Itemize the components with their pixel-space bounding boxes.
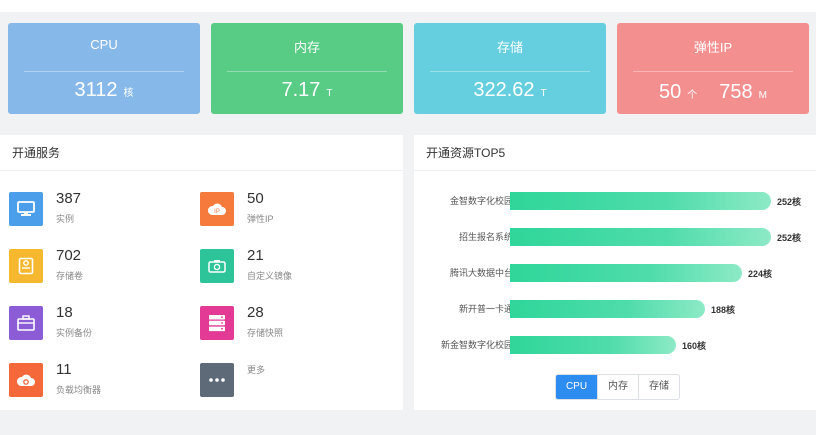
divider: [227, 71, 387, 72]
service-count: 50: [247, 190, 264, 207]
tab-storage[interactable]: 存储: [638, 375, 679, 399]
monitor-icon: [9, 192, 43, 226]
service-label: 实例备份: [56, 328, 93, 338]
memory-value-row: 7.17 T: [211, 79, 403, 102]
eip-count-unit: 个: [687, 90, 698, 101]
memory-title: 内存: [293, 40, 320, 55]
service-elastic-ip[interactable]: IP 50 弹性IP: [200, 190, 380, 230]
chart-value-label: 252核: [777, 233, 802, 243]
service-more[interactable]: 更多: [200, 361, 380, 401]
storage-value: 322.62: [473, 79, 535, 101]
cpu-unit: 核: [123, 88, 134, 99]
eip-count-value: 50: [659, 81, 682, 103]
chart-bar: [510, 336, 676, 354]
eip-bandwidth-unit: M: [758, 90, 767, 101]
divider: [24, 71, 184, 72]
chart-category-label: 新金智数字化校园: [440, 340, 513, 350]
camera-icon: [200, 249, 234, 283]
service-count: 11: [56, 361, 72, 378]
chart-bar: [510, 192, 771, 210]
service-custom-images[interactable]: 21 自定义镜像: [200, 247, 380, 287]
memory-stat-card[interactable]: 内存 7.17 T: [211, 23, 403, 114]
chart-bar: [510, 228, 771, 246]
briefcase-icon: [9, 306, 43, 340]
service-instances[interactable]: 387 实例: [9, 190, 189, 230]
top5-panel: 开通资源TOP5 金智数字化校园 252核 招生报名系统 252核 腾讯大数据中台 224…: [414, 135, 816, 410]
chart-row: 金智数字化校园 252核: [414, 190, 804, 210]
service-count: 18: [56, 304, 73, 321]
service-label: 存储卷: [56, 271, 84, 281]
chart-value-label: 160核: [682, 341, 707, 351]
cpu-value: 3112: [74, 79, 118, 101]
chart-row: 新开普一卡通 188核: [414, 298, 804, 318]
cpu-title: CPU: [90, 37, 118, 52]
eip-stat-card[interactable]: 弹性IP 50 个 758 M: [617, 23, 809, 114]
eip-bandwidth-value: 758: [719, 81, 753, 103]
service-label: 负载均衡器: [56, 385, 102, 395]
cloud-icon: IP: [200, 192, 234, 226]
storage-title: 存储: [496, 40, 523, 55]
resource-type-tabs: CPU 内存 存储: [555, 374, 680, 400]
storage-unit: T: [540, 88, 547, 99]
service-load-balancers[interactable]: 11 负载均衡器: [9, 361, 189, 401]
chart-value-label: 188核: [711, 305, 736, 315]
service-volumes[interactable]: 702 存储卷: [9, 247, 189, 287]
chart-category-label: 腾讯大数据中台: [449, 268, 513, 278]
chart-value-label: 252核: [777, 197, 802, 207]
divider: [430, 71, 590, 72]
chart-row: 腾讯大数据中台 224核: [414, 262, 804, 282]
service-label: 弹性IP: [247, 214, 274, 224]
memory-unit: T: [326, 88, 333, 99]
tab-memory[interactable]: 内存: [597, 375, 638, 399]
service-label: 存储快照: [247, 328, 284, 338]
service-count: 21: [247, 247, 264, 264]
server-icon: [200, 306, 234, 340]
storage-stat-card[interactable]: 存储 322.62 T: [414, 23, 606, 114]
service-count: 387: [56, 190, 82, 207]
memory-value: 7.17: [281, 79, 321, 101]
cloud-gear-icon: [9, 363, 43, 397]
service-storage-snapshots[interactable]: 28 存储快照: [200, 304, 380, 344]
chart-bar: [510, 264, 742, 282]
eip-title: 弹性IP: [693, 40, 733, 55]
tab-cpu[interactable]: CPU: [556, 375, 597, 399]
chart-row: 招生报名系统 252核: [414, 226, 804, 246]
service-label: 自定义镜像: [247, 271, 293, 281]
chart-bar: [510, 300, 705, 318]
service-instance-backups[interactable]: 18 实例备份: [9, 304, 189, 344]
chart-category-label: 招生报名系统: [458, 232, 513, 242]
cpu-stat-card[interactable]: CPU 3112 核: [8, 23, 200, 114]
top-strip: [0, 0, 816, 12]
disk-icon: [9, 249, 43, 283]
chart-value-label: 224核: [748, 269, 773, 279]
top5-bar-chart: 金智数字化校园 252核 招生报名系统 252核 腾讯大数据中台 224核 新开普一卡通 18…: [414, 135, 816, 410]
service-count: 28: [247, 304, 264, 321]
svg-text:IP: IP: [214, 209, 220, 215]
storage-value-row: 322.62 T: [414, 79, 606, 102]
chart-category-label: 新开普一卡通: [458, 304, 513, 314]
divider: [633, 71, 793, 72]
services-panel: 开通服务 387 实例 IP 50 弹性IP 702 存储卷 21 自定义镜像 …: [0, 135, 403, 410]
service-label: 实例: [56, 214, 75, 224]
chart-row: 新金智数字化校园 160核: [414, 334, 804, 354]
service-label: 更多: [247, 365, 266, 375]
more-icon: [200, 363, 234, 397]
eip-value-row: 50 个 758 M: [617, 81, 809, 104]
service-count: 702: [56, 247, 82, 264]
services-panel-title: 开通服务: [0, 135, 403, 171]
chart-category-label: 金智数字化校园: [449, 196, 513, 206]
cpu-value-row: 3112 核: [8, 79, 200, 102]
